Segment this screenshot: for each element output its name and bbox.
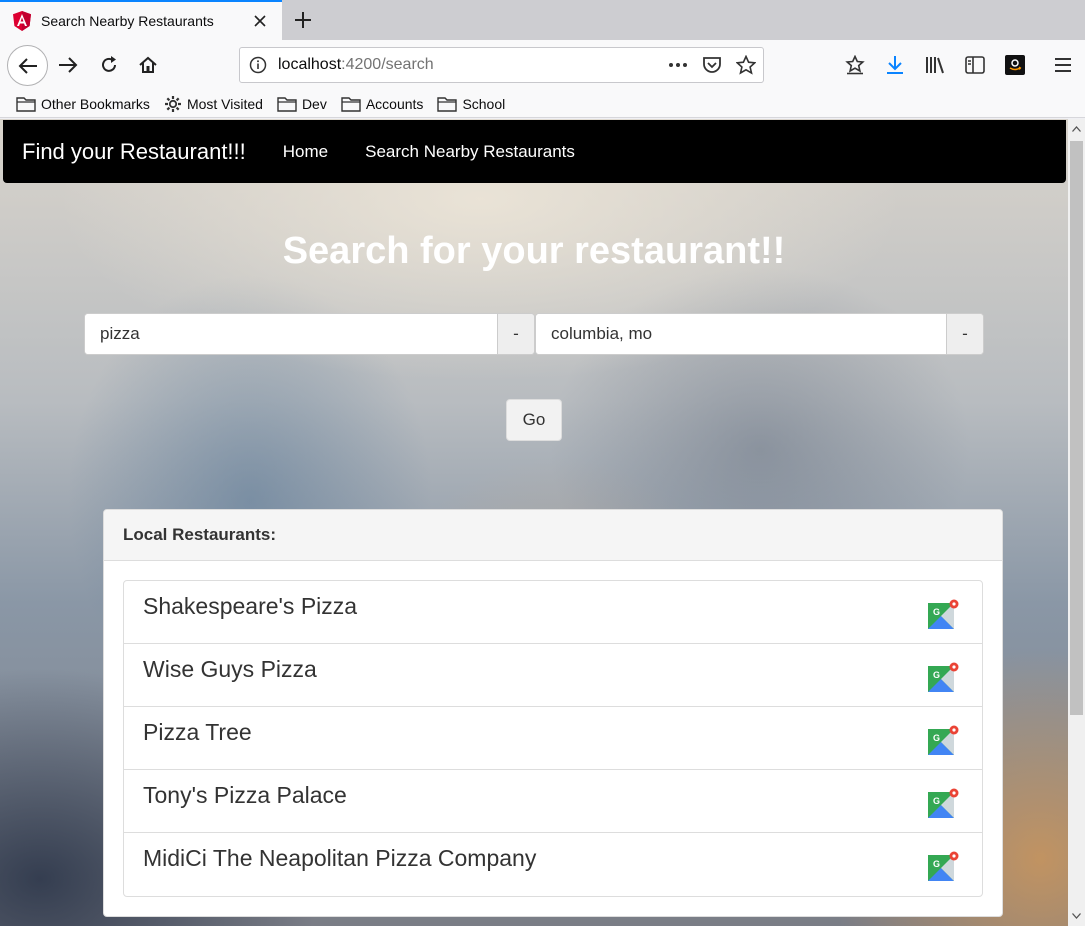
search-term-addon: -: [497, 314, 534, 354]
folder-icon: [277, 96, 297, 112]
page-content: Find your Restaurant!!! Home Search Near…: [0, 119, 1085, 926]
scroll-up-arrow-icon[interactable]: [1068, 119, 1085, 139]
bookmark-most-visited[interactable]: Most Visited: [164, 95, 263, 113]
svg-text:G: G: [933, 796, 940, 806]
gear-icon: [164, 95, 181, 112]
nav-home-link[interactable]: Home: [283, 142, 328, 162]
scrollbar-thumb[interactable]: [1070, 141, 1083, 715]
restaurant-name: Pizza Tree: [143, 719, 252, 745]
location-addon: -: [946, 314, 983, 354]
bookmark-school[interactable]: School: [437, 96, 505, 112]
restaurant-list-item[interactable]: MidiCi The Neapolitan Pizza Company G: [124, 833, 982, 896]
restaurant-list-item[interactable]: Shakespeare's Pizza G: [124, 581, 982, 644]
angular-favicon-icon: [12, 11, 32, 31]
restaurant-list: Shakespeare's Pizza G Wise Guys Pizza G …: [123, 580, 983, 897]
go-button[interactable]: Go: [506, 399, 562, 441]
tab-title: Search Nearby Restaurants: [41, 13, 214, 29]
results-heading: Local Restaurants:: [104, 510, 1002, 561]
home-button[interactable]: [131, 48, 165, 82]
restaurant-name: Wise Guys Pizza: [143, 656, 317, 682]
google-maps-icon[interactable]: G: [927, 598, 959, 630]
bookmark-other-bookmarks[interactable]: Other Bookmarks: [16, 96, 150, 112]
bookmarks-toolbar: Other Bookmarks Most Visited Dev Account…: [0, 90, 1085, 118]
results-panel: Local Restaurants: Shakespeare's Pizza G…: [103, 509, 1003, 917]
page-title: Search for your restaurant!!: [282, 230, 786, 272]
vertical-scrollbar[interactable]: [1068, 119, 1085, 926]
tab-strip: Search Nearby Restaurants: [0, 0, 1085, 40]
menu-icon[interactable]: [1046, 48, 1080, 82]
svg-text:G: G: [933, 733, 940, 743]
bookmarks-menu-icon[interactable]: [838, 48, 872, 82]
close-tab-icon[interactable]: [250, 11, 270, 31]
bookmark-dev[interactable]: Dev: [277, 96, 327, 112]
svg-text:G: G: [933, 859, 940, 869]
brand-link[interactable]: Find your Restaurant!!!: [22, 139, 246, 165]
back-button[interactable]: [7, 45, 48, 86]
url-bar[interactable]: localhost:4200/search: [239, 47, 764, 83]
restaurant-name: Tony's Pizza Palace: [143, 782, 347, 808]
reload-button[interactable]: [92, 48, 126, 82]
search-term-input[interactable]: [85, 314, 497, 354]
browser-tab[interactable]: Search Nearby Restaurants: [0, 0, 282, 40]
amazon-icon[interactable]: [998, 48, 1032, 82]
sidebar-icon[interactable]: [958, 48, 992, 82]
site-info-icon[interactable]: [240, 48, 276, 82]
google-maps-icon[interactable]: G: [927, 661, 959, 693]
navigation-toolbar: localhost:4200/search: [0, 40, 1085, 90]
restaurant-list-item[interactable]: Wise Guys Pizza G: [124, 644, 982, 707]
location-group: -: [535, 313, 984, 355]
google-maps-icon[interactable]: G: [927, 724, 959, 756]
bookmark-star-icon[interactable]: [729, 48, 763, 82]
restaurant-list-item[interactable]: Tony's Pizza Palace G: [124, 770, 982, 833]
url-text[interactable]: localhost:4200/search: [276, 56, 661, 74]
app-navbar: Find your Restaurant!!! Home Search Near…: [3, 120, 1066, 183]
page-actions-icon[interactable]: [661, 48, 695, 82]
downloads-icon[interactable]: [878, 48, 912, 82]
folder-icon: [437, 96, 458, 112]
bookmark-accounts[interactable]: Accounts: [341, 96, 423, 112]
folder-icon: [341, 96, 361, 112]
restaurant-list-item[interactable]: Pizza Tree G: [124, 707, 982, 770]
restaurant-name: MidiCi The Neapolitan Pizza Company: [143, 845, 537, 871]
forward-button[interactable]: [51, 48, 85, 82]
nav-search-link[interactable]: Search Nearby Restaurants: [365, 142, 575, 162]
scroll-down-arrow-icon[interactable]: [1068, 906, 1085, 926]
pocket-icon[interactable]: [695, 48, 729, 82]
location-input[interactable]: [536, 314, 946, 354]
svg-text:G: G: [933, 670, 940, 680]
folder-icon: [16, 96, 36, 112]
svg-text:G: G: [933, 607, 940, 617]
restaurant-name: Shakespeare's Pizza: [143, 593, 358, 619]
google-maps-icon[interactable]: G: [927, 787, 959, 819]
library-icon[interactable]: [918, 48, 952, 82]
google-maps-icon[interactable]: G: [927, 850, 959, 882]
search-term-group: -: [84, 313, 535, 355]
new-tab-button[interactable]: [288, 5, 318, 35]
